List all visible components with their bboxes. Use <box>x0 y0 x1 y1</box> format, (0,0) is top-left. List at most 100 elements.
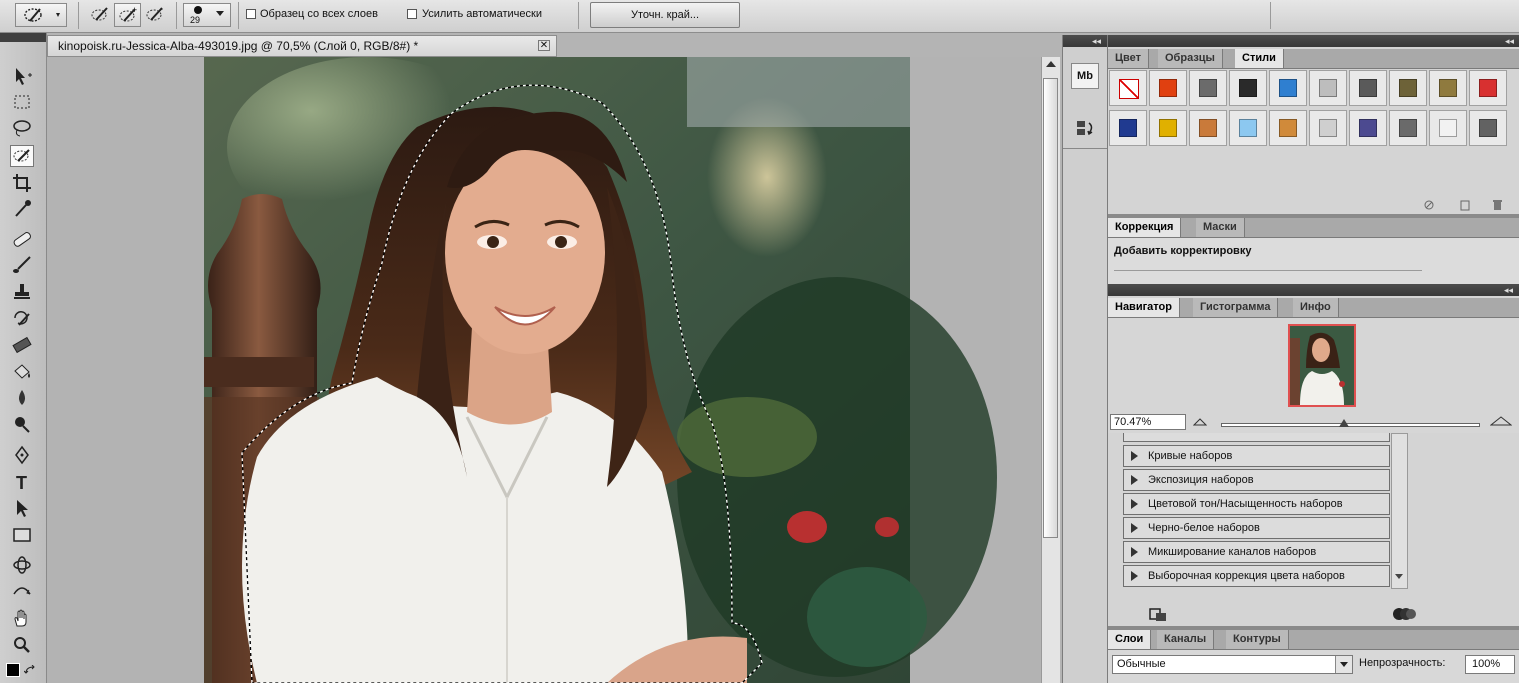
layer-mask-clip-icon[interactable] <box>1148 607 1170 623</box>
expand-triangle-icon[interactable] <box>1131 499 1138 509</box>
rectangle-tool[interactable] <box>10 524 34 546</box>
style-swatch[interactable] <box>1309 110 1347 146</box>
tool-preset-picker[interactable] <box>15 3 67 27</box>
navigator-zoom-slider[interactable] <box>1221 423 1480 427</box>
path-selection-tool[interactable] <box>10 497 34 519</box>
presets-scrollbar[interactable] <box>1391 433 1408 589</box>
zoom-out-icon[interactable] <box>1193 416 1207 428</box>
3d-rotate-tool[interactable] <box>10 554 34 576</box>
style-swatch[interactable] <box>1229 70 1267 106</box>
style-swatch[interactable] <box>1189 110 1227 146</box>
quick-selection-tool[interactable] <box>10 145 34 167</box>
adjustment-preset-item[interactable]: Цветовой тон/Насыщенность наборов <box>1123 493 1390 515</box>
dock-collapse-bar[interactable]: ◂◂ <box>1063 35 1107 47</box>
tab-swatches[interactable]: Образцы <box>1158 49 1223 68</box>
tab-histogram[interactable]: Гистограмма <box>1193 298 1279 317</box>
new-selection-button[interactable] <box>87 3 113 27</box>
scroll-up-icon[interactable] <box>1046 61 1056 67</box>
style-swatch[interactable] <box>1389 70 1427 106</box>
tab-masks[interactable]: Маски <box>1196 218 1245 237</box>
adjustment-preset-item[interactable]: Выборочная коррекция цвета наборов <box>1123 565 1390 587</box>
style-swatch[interactable] <box>1429 70 1467 106</box>
adjustment-preset-item[interactable]: Кривые наборов <box>1123 445 1390 467</box>
dodge-tool[interactable] <box>10 413 34 435</box>
zoom-in-icon[interactable] <box>1490 415 1512 427</box>
eyedropper-tool[interactable] <box>10 198 34 220</box>
style-swatch[interactable] <box>1469 110 1507 146</box>
clone-stamp-tool[interactable] <box>10 281 34 303</box>
swap-colors-icon[interactable] <box>23 664 36 675</box>
style-swatch[interactable] <box>1189 70 1227 106</box>
adjustment-preset-item[interactable]: Микширование каналов наборов <box>1123 541 1390 563</box>
subtract-from-selection-button[interactable]: - <box>142 3 168 27</box>
sample-all-layers-checkbox[interactable] <box>246 9 256 19</box>
crop-tool[interactable] <box>10 172 34 194</box>
hand-tool[interactable] <box>10 608 34 630</box>
move-tool[interactable] <box>10 65 34 87</box>
add-to-selection-button[interactable]: + <box>114 3 141 27</box>
trash-icon[interactable] <box>1493 200 1502 210</box>
style-swatch[interactable] <box>1349 110 1387 146</box>
expand-triangle-icon[interactable] <box>1131 475 1138 485</box>
style-swatch[interactable] <box>1149 70 1187 106</box>
brush-tool[interactable] <box>10 254 34 276</box>
scrollbar-thumb[interactable] <box>1043 78 1058 538</box>
style-swatch[interactable] <box>1229 110 1267 146</box>
adjustment-preset-item[interactable]: Экспозиция наборов <box>1123 469 1390 491</box>
document-photo[interactable] <box>47 57 1040 683</box>
document-canvas[interactable] <box>47 57 1040 683</box>
tab-color[interactable]: Цвет <box>1108 49 1150 68</box>
history-brush-tool[interactable] <box>10 308 34 330</box>
paint-bucket-tool[interactable] <box>10 361 34 383</box>
expand-triangle-icon[interactable] <box>1131 523 1138 533</box>
opacity-input[interactable]: 100% <box>1465 655 1515 674</box>
foreground-color-swatch[interactable] <box>6 663 20 677</box>
scroll-down-icon[interactable] <box>1395 574 1403 579</box>
brush-size-picker[interactable]: 29 <box>183 3 231 27</box>
3d-orbit-tool[interactable] <box>10 580 34 602</box>
tab-navigator[interactable]: Навигатор <box>1108 298 1180 317</box>
style-swatch[interactable] <box>1469 70 1507 106</box>
lasso-tool[interactable] <box>10 117 34 139</box>
auto-enhance-checkbox[interactable] <box>407 9 417 19</box>
style-swatch[interactable] <box>1269 110 1307 146</box>
document-tab[interactable]: kinopoisk.ru-Jessica-Alba-493019.jpg @ 7… <box>47 35 557 57</box>
history-panel-button[interactable] <box>1071 115 1099 141</box>
style-swatch[interactable] <box>1429 110 1467 146</box>
clear-style-icon[interactable] <box>1424 200 1434 210</box>
mini-bridge-button[interactable]: Mb <box>1071 63 1099 89</box>
tab-channels[interactable]: Каналы <box>1157 630 1215 649</box>
tab-paths[interactable]: Контуры <box>1226 630 1289 649</box>
refine-edge-button[interactable]: Уточн. край... <box>590 2 740 28</box>
navigator-zoom-input[interactable]: 70.47% <box>1110 414 1186 430</box>
style-swatch[interactable] <box>1109 70 1147 106</box>
tab-layers[interactable]: Слои <box>1108 630 1152 649</box>
healing-brush-tool[interactable] <box>10 228 34 250</box>
eraser-tool[interactable] <box>10 334 34 356</box>
close-document-button[interactable]: ✕ <box>538 40 550 51</box>
type-tool[interactable]: T <box>10 471 34 493</box>
expand-triangle-icon[interactable] <box>1131 547 1138 557</box>
style-swatch[interactable] <box>1109 110 1147 146</box>
navigator-preview[interactable] <box>1288 324 1356 407</box>
style-swatch[interactable] <box>1309 70 1347 106</box>
marquee-tool[interactable] <box>10 91 34 113</box>
tab-styles[interactable]: Стили <box>1235 49 1284 68</box>
navigator-collapse-bar[interactable]: ◂◂ <box>1108 284 1519 296</box>
adjustment-preset-item[interactable]: Черно-белое наборов <box>1123 517 1390 539</box>
style-swatch[interactable] <box>1349 70 1387 106</box>
blur-tool[interactable] <box>10 387 34 409</box>
blend-mode-dropdown-button[interactable] <box>1335 656 1352 673</box>
tab-adjustments[interactable]: Коррекция <box>1108 218 1182 237</box>
pen-tool[interactable] <box>10 444 34 466</box>
new-style-icon[interactable] <box>1460 200 1470 211</box>
style-swatch[interactable] <box>1389 110 1427 146</box>
tab-info[interactable]: Инфо <box>1293 298 1339 317</box>
expand-triangle-icon[interactable] <box>1131 571 1138 581</box>
style-swatch[interactable] <box>1149 110 1187 146</box>
blend-mode-select[interactable]: Обычные <box>1112 655 1353 674</box>
zoom-tool[interactable] <box>10 634 34 656</box>
visibility-toggle-icon[interactable] <box>1391 606 1417 622</box>
panels-collapse-bar[interactable]: ◂◂ <box>1108 35 1519 47</box>
expand-triangle-icon[interactable] <box>1131 451 1138 461</box>
